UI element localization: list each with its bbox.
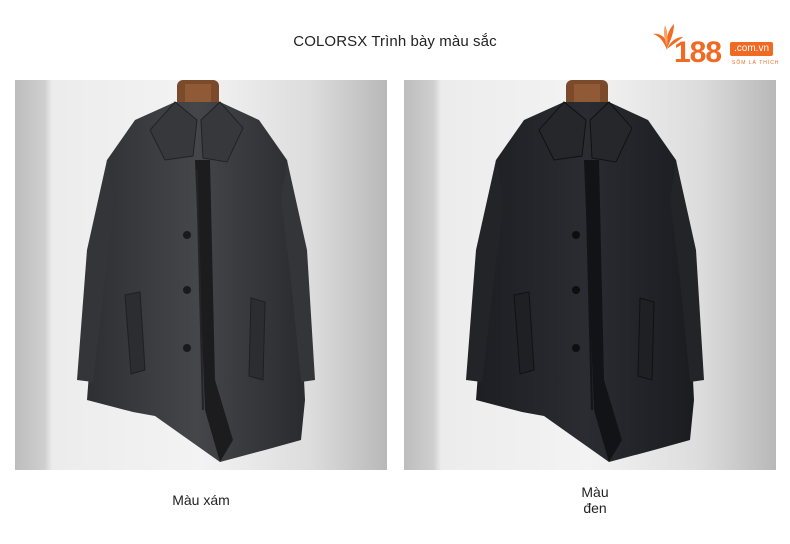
logo-number: 188 bbox=[674, 36, 722, 69]
logo-domain: .com.vn bbox=[730, 42, 774, 56]
grey-color-label: Màu xám bbox=[172, 492, 230, 508]
black-coat-photo[interactable] bbox=[404, 80, 776, 470]
logo-tagline: SỐM LÀ THÍCH bbox=[732, 60, 780, 66]
grey-coat-photo[interactable] bbox=[15, 80, 387, 470]
black-color-label: Màu đen bbox=[540, 484, 650, 516]
brand-logo[interactable]: 188 .com.vn SỐM LÀ THÍCH bbox=[650, 20, 782, 72]
black-color-label-line1: Màu bbox=[581, 484, 609, 500]
black-color-label-line2: đen bbox=[583, 500, 607, 516]
